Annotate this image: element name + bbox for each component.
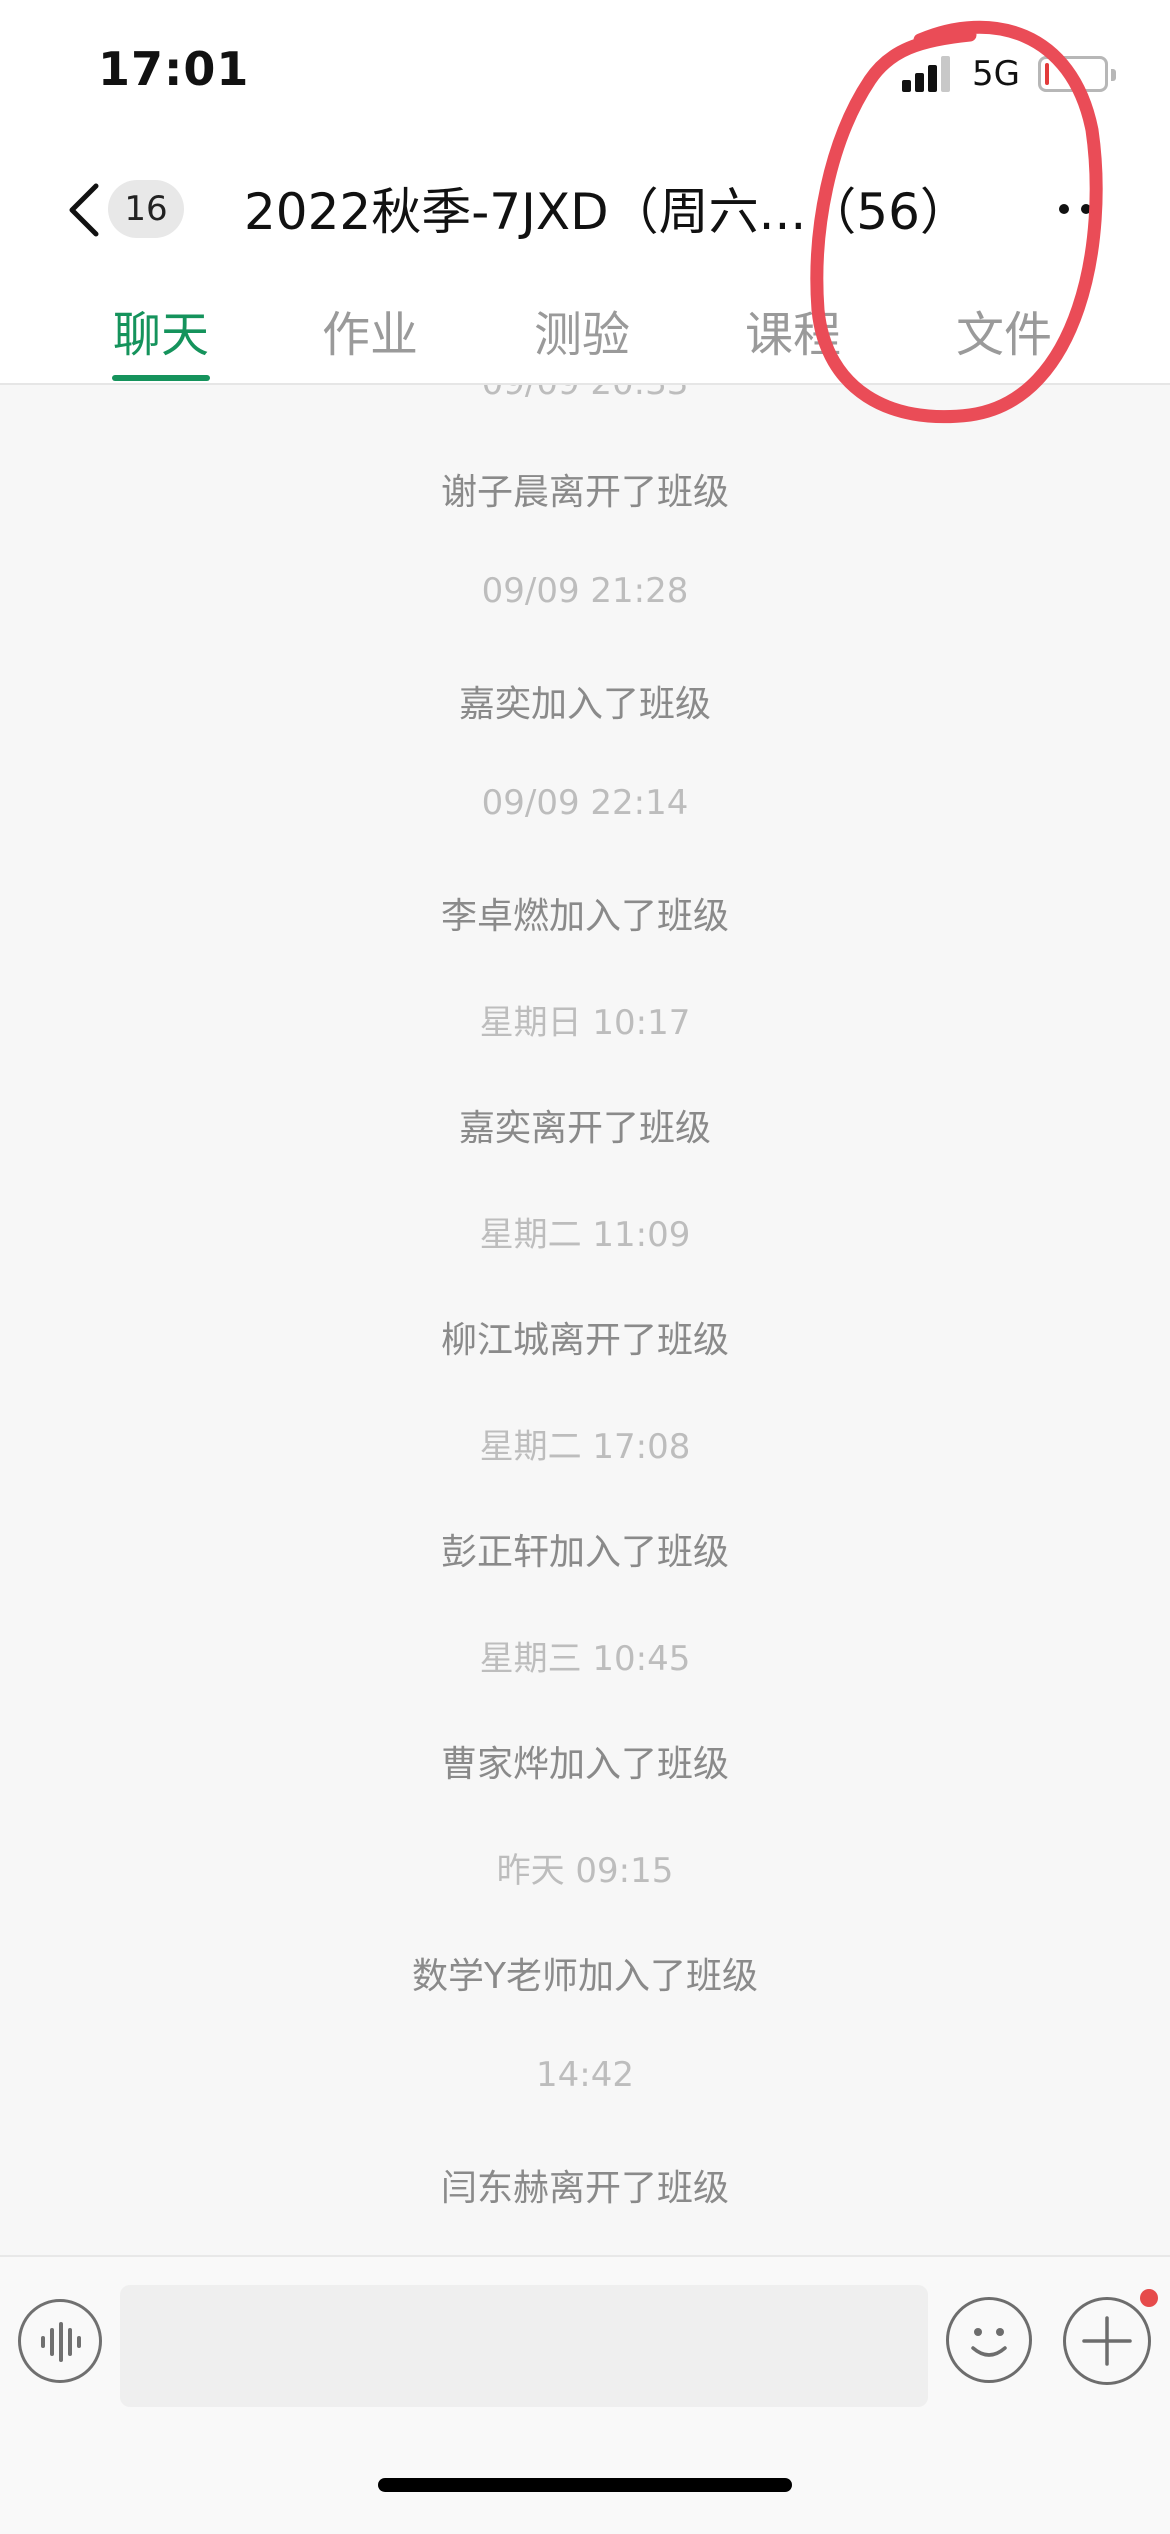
battery-icon <box>1038 56 1116 92</box>
more-button[interactable] <box>1055 182 1115 232</box>
chat-area[interactable]: 09/09 20:33 谢子晨离开了班级 09/09 21:28 嘉奕加入了班级… <box>0 385 1170 2255</box>
plus-button[interactable] <box>1063 2297 1151 2385</box>
timestamp: 星期二 17:08 <box>479 1427 691 1467</box>
emoji-icon <box>971 2328 1007 2357</box>
timestamp: 14:42 <box>536 2055 634 2095</box>
system-message: 闫东赫离开了班级 <box>440 2168 729 2209</box>
tab-chat[interactable]: 聊天 <box>91 295 231 365</box>
tab-bar: 聊天 作业 测验 课程 文件 <box>0 265 1170 385</box>
message-input[interactable] <box>120 2285 928 2407</box>
tab-courses[interactable]: 课程 <box>723 295 863 365</box>
plus-icon <box>1082 2316 1132 2366</box>
input-bar <box>0 2255 1170 2534</box>
timestamp: 09/09 21:28 <box>481 571 689 611</box>
voice-button[interactable] <box>18 2299 102 2383</box>
system-message: 李卓燃加入了班级 <box>440 896 729 937</box>
tab-quiz[interactable]: 测验 <box>512 295 652 365</box>
timestamp: 星期三 10:45 <box>479 1639 691 1679</box>
tab-homework[interactable]: 作业 <box>300 295 440 365</box>
emoji-button[interactable] <box>946 2297 1032 2383</box>
timestamp: 09/09 22:14 <box>481 783 689 823</box>
notification-dot <box>1140 2289 1158 2307</box>
system-message: 柳江城离开了班级 <box>440 1320 729 1361</box>
page-title: 2022秋季-7JXD（周六...（56） <box>244 183 970 241</box>
status-bar: 17:01 5G <box>0 0 1170 150</box>
system-message: 嘉奕离开了班级 <box>458 1108 711 1149</box>
timestamp: 星期二 11:09 <box>479 1215 691 1255</box>
unread-count-badge: 16 <box>108 180 184 238</box>
system-message: 谢子晨离开了班级 <box>440 472 729 513</box>
signal-strength-icon <box>902 56 952 92</box>
network-type: 5G <box>972 54 1020 94</box>
system-message: 曹家烨加入了班级 <box>440 1744 729 1785</box>
timestamp: 09/09 20:33 <box>0 385 1170 403</box>
back-chevron-icon <box>69 183 99 237</box>
timestamp: 星期日 10:17 <box>479 1003 691 1043</box>
timestamp: 昨天 09:15 <box>496 1851 674 1891</box>
back-button[interactable] <box>62 180 110 240</box>
active-tab-indicator <box>112 375 210 381</box>
system-message: 彭正轩加入了班级 <box>440 1532 729 1573</box>
tab-files[interactable]: 文件 <box>934 295 1074 365</box>
system-message: 嘉奕加入了班级 <box>458 684 711 725</box>
system-message: 数学Y老师加入了班级 <box>412 1956 758 1997</box>
status-time: 17:01 <box>98 42 250 96</box>
nav-header: 16 2022秋季-7JXD（周六...（56） <box>0 150 1170 265</box>
battery-level <box>1045 63 1049 85</box>
home-indicator[interactable] <box>378 2478 792 2492</box>
more-dots-icon <box>1059 204 1069 214</box>
voice-icon <box>41 2322 81 2362</box>
